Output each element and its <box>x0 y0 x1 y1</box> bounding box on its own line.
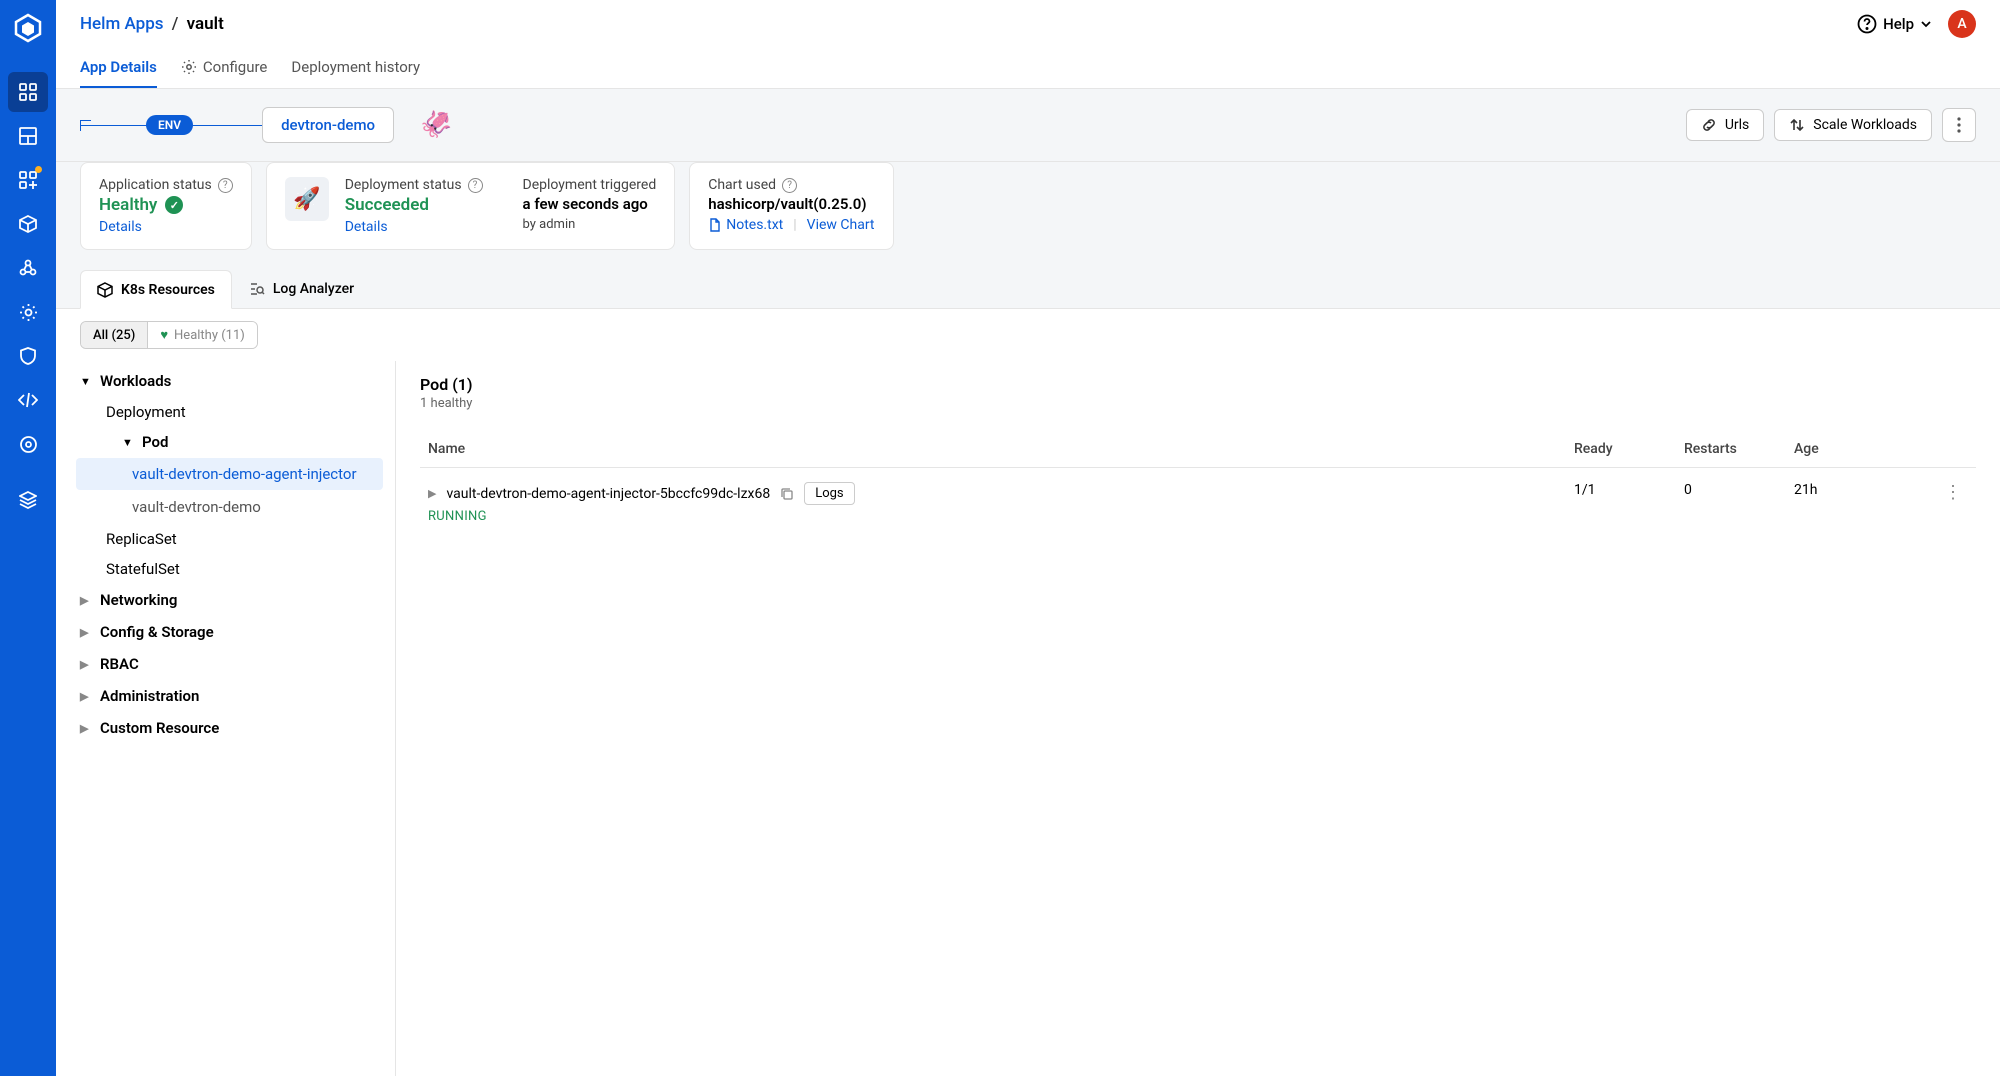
nav-gear-icon[interactable] <box>8 292 48 332</box>
col-ready: Ready <box>1566 431 1676 468</box>
view-chart-link[interactable]: View Chart <box>807 217 875 233</box>
cell-restarts: 0 <box>1676 468 1786 539</box>
nav-shield-icon[interactable] <box>8 336 48 376</box>
devtron-logo <box>8 8 48 48</box>
cube-icon <box>97 282 113 298</box>
tree-config-storage[interactable]: ▶Config & Storage <box>76 616 383 648</box>
card-app-status: Application status? Healthy✓ Details <box>80 162 252 250</box>
tab-app-details[interactable]: App Details <box>80 50 157 88</box>
tab-configure[interactable]: Configure <box>181 50 268 88</box>
nav-settings-icon[interactable] <box>8 424 48 464</box>
subtab-k8s-resources[interactable]: K8s Resources <box>80 270 232 309</box>
urls-button[interactable]: Urls <box>1686 109 1764 141</box>
help-button[interactable]: Help <box>1857 14 1932 34</box>
logs-button[interactable]: Logs <box>804 482 854 505</box>
env-badge: ENV <box>146 115 193 135</box>
notes-link[interactable]: Notes.txt <box>708 217 783 233</box>
nav-cube-icon[interactable] <box>8 204 48 244</box>
tree-deployment[interactable]: Deployment <box>76 397 383 427</box>
chevron-down-icon <box>1920 18 1932 30</box>
tree-replicaset[interactable]: ReplicaSet <box>76 524 383 554</box>
tree-rbac[interactable]: ▶RBAC <box>76 648 383 680</box>
nav-appstore-icon[interactable] <box>8 160 48 200</box>
nav-code-icon[interactable] <box>8 380 48 420</box>
env-selector[interactable]: devtron-demo <box>262 107 394 143</box>
tree-pod-demo[interactable]: vault-devtron-demo <box>76 491 383 523</box>
check-icon: ✓ <box>165 196 183 214</box>
tree-pod-injector[interactable]: vault-devtron-demo-agent-injector <box>76 458 383 490</box>
main-tabs: App Details Configure Deployment history <box>56 38 2000 89</box>
filter-healthy[interactable]: ♥ Healthy (11) <box>147 322 257 348</box>
resource-tabs: K8s Resources Log Analyzer <box>56 270 2000 309</box>
cell-ready: 1/1 <box>1566 468 1676 539</box>
card-deploy-status: 🚀 Deployment status? Succeeded Details D… <box>266 162 676 250</box>
tree-workloads[interactable]: ▼Workloads <box>76 365 383 397</box>
tab-deployment-history[interactable]: Deployment history <box>291 50 420 88</box>
copy-icon[interactable] <box>780 487 794 501</box>
avatar[interactable]: A <box>1948 10 1976 38</box>
cell-age: 21h <box>1786 468 1936 539</box>
tree-custom-resource[interactable]: ▶Custom Resource <box>76 712 383 744</box>
table-row: ▶ vault-devtron-demo-agent-injector-5bcc… <box>420 468 1976 539</box>
expand-row-icon[interactable]: ▶ <box>428 487 436 500</box>
pod-name: vault-devtron-demo-agent-injector-5bccfc… <box>446 486 770 502</box>
app-status-details-link[interactable]: Details <box>99 219 142 235</box>
help-icon[interactable]: ? <box>782 178 797 193</box>
help-icon[interactable]: ? <box>468 178 483 193</box>
help-icon[interactable]: ? <box>218 178 233 193</box>
pod-status: RUNNING <box>428 509 1558 524</box>
gear-icon <box>181 59 197 75</box>
tree-administration[interactable]: ▶Administration <box>76 680 383 712</box>
tree-pod[interactable]: ▼Pod <box>76 427 383 457</box>
deploy-status-details-link[interactable]: Details <box>345 219 388 235</box>
breadcrumb-parent[interactable]: Helm Apps <box>80 14 164 34</box>
scale-icon <box>1789 117 1805 133</box>
link-icon <box>1701 117 1717 133</box>
status-cards: Application status? Healthy✓ Details 🚀 D… <box>56 162 2000 270</box>
rocket-icon: 🚀 <box>285 177 329 221</box>
content-panel: Pod (1) 1 healthy Name Ready Restarts Ag… <box>396 361 2000 1076</box>
filter-pills: All (25) ♥ Healthy (11) <box>56 309 2000 361</box>
card-chart-used: Chart used? hashicorp/vault(0.25.0) Note… <box>689 162 893 250</box>
log-icon <box>249 281 265 297</box>
col-restarts: Restarts <box>1676 431 1786 468</box>
breadcrumb-current: vault <box>187 14 224 34</box>
nav-apps-icon[interactable] <box>8 72 48 112</box>
env-row: ENV devtron-demo 🦑 Urls Scale Workloads <box>56 89 2000 162</box>
resource-tree: ▼Workloads Deployment ▼Pod vault-devtron… <box>56 361 396 1076</box>
subtab-log-analyzer[interactable]: Log Analyzer <box>232 270 371 308</box>
tree-networking[interactable]: ▶Networking <box>76 584 383 616</box>
nav-cluster-icon[interactable] <box>8 248 48 288</box>
content-title: Pod (1) <box>420 375 1976 394</box>
col-age: Age <box>1786 431 1936 468</box>
col-name: Name <box>420 431 1566 468</box>
tree-statefulset[interactable]: StatefulSet <box>76 554 383 584</box>
nav-rail <box>0 0 56 1076</box>
nav-stack-icon[interactable] <box>8 480 48 520</box>
nav-dashboard-icon[interactable] <box>8 116 48 156</box>
content-subtitle: 1 healthy <box>420 396 1976 411</box>
breadcrumb: Helm Apps / vault <box>80 14 224 34</box>
filter-all[interactable]: All (25) <box>81 322 147 348</box>
scale-workloads-button[interactable]: Scale Workloads <box>1774 109 1932 141</box>
heart-icon: ♥ <box>160 327 168 343</box>
more-menu-button[interactable] <box>1942 108 1976 142</box>
pod-table: Name Ready Restarts Age ▶ v <box>420 431 1976 538</box>
header: Helm Apps / vault Help A <box>56 0 2000 38</box>
file-icon <box>708 218 722 232</box>
row-menu-button[interactable]: ⋮ <box>1944 482 1962 503</box>
mascot-icon: 🦑 <box>420 110 452 140</box>
